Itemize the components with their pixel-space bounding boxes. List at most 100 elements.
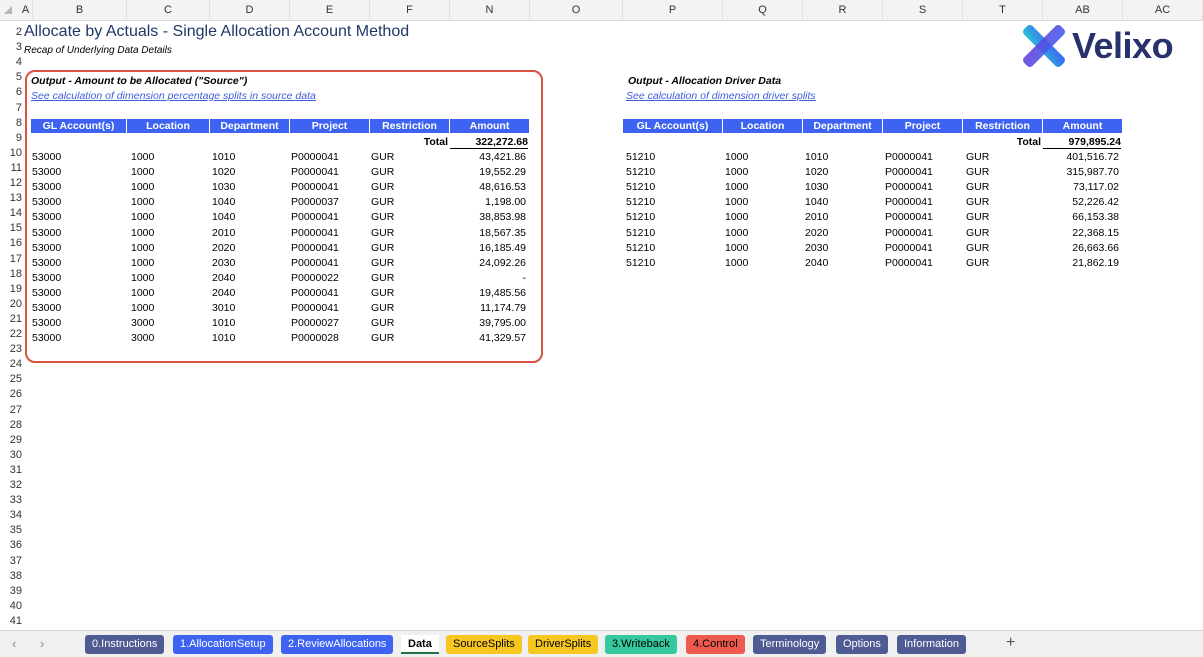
row-number[interactable]: 5 [0,71,22,83]
sheet-tab[interactable]: 0.Instructions [85,635,165,654]
row-number[interactable]: 14 [0,207,22,219]
driver-cell[interactable]: GUR [966,211,989,223]
column-header[interactable]: N [450,0,530,21]
row-number[interactable]: 16 [0,237,22,249]
driver-cell[interactable]: P0000041 [885,166,933,178]
select-all-corner[interactable] [4,6,12,14]
column-header[interactable]: O [530,0,623,21]
prev-sheet-arrow-icon[interactable]: ‹ [12,636,16,651]
driver-cell[interactable]: 51210 [626,151,655,163]
driver-cell[interactable]: 51210 [626,257,655,269]
column-header[interactable]: Q [723,0,803,21]
driver-cell[interactable]: P0000041 [885,227,933,239]
driver-cell[interactable]: 1000 [725,166,748,178]
driver-cell[interactable]: P0000041 [885,151,933,163]
row-number[interactable]: 41 [0,615,22,627]
row-number[interactable]: 3 [0,41,22,53]
driver-cell[interactable]: 2040 [805,257,828,269]
driver-cell[interactable]: GUR [966,196,989,208]
sheet-tab[interactable]: 3.Writeback [605,635,677,654]
row-number[interactable]: 2 [0,26,22,38]
row-number[interactable]: 30 [0,449,22,461]
driver-cell[interactable]: 21,862.19 [1043,257,1119,269]
row-number[interactable]: 37 [0,555,22,567]
column-header[interactable]: AB [1043,0,1123,21]
driver-cell[interactable]: P0000041 [885,196,933,208]
driver-cell[interactable]: 51210 [626,227,655,239]
row-number[interactable]: 8 [0,117,22,129]
driver-cell[interactable]: 1040 [805,196,828,208]
column-header[interactable]: R [803,0,883,21]
driver-cell[interactable]: 2020 [805,227,828,239]
sheet-tab[interactable]: Terminology [753,635,827,654]
row-number[interactable]: 15 [0,222,22,234]
row-number[interactable]: 35 [0,524,22,536]
driver-cell[interactable]: 73,117.02 [1043,181,1119,193]
driver-cell[interactable]: GUR [966,242,989,254]
row-number[interactable]: 21 [0,313,22,325]
driver-cell[interactable]: P0000041 [885,211,933,223]
driver-cell[interactable]: 51210 [626,196,655,208]
row-number[interactable]: 10 [0,147,22,159]
driver-cell[interactable]: 1000 [725,257,748,269]
driver-cell[interactable]: 51210 [626,211,655,223]
column-header[interactable]: S [883,0,963,21]
driver-cell[interactable]: 1000 [725,181,748,193]
driver-cell[interactable]: 1020 [805,166,828,178]
driver-cell[interactable]: 66,153.38 [1043,211,1119,223]
row-number[interactable]: 13 [0,192,22,204]
column-header[interactable]: T [963,0,1043,21]
sheet-tab[interactable]: SourceSplits [446,635,522,654]
row-number[interactable]: 27 [0,404,22,416]
driver-cell[interactable]: P0000041 [885,181,933,193]
sheet-tab[interactable]: Options [836,635,888,654]
driver-cell[interactable]: P0000041 [885,242,933,254]
row-number[interactable]: 4 [0,56,22,68]
sheet-tab[interactable]: 4.Control [686,635,745,654]
row-number[interactable]: 28 [0,419,22,431]
driver-cell[interactable]: 1000 [725,211,748,223]
column-header[interactable]: E [290,0,370,21]
sheet-tab[interactable]: Information [897,635,967,654]
driver-cell[interactable]: 401,516.72 [1043,151,1119,163]
row-number[interactable]: 22 [0,328,22,340]
driver-cell[interactable]: 1010 [805,151,828,163]
driver-cell[interactable]: GUR [966,181,989,193]
row-number[interactable]: 36 [0,539,22,551]
sheet-tab[interactable]: DriverSplits [528,635,599,654]
row-number[interactable]: 20 [0,298,22,310]
row-number[interactable]: 38 [0,570,22,582]
sheet-tab[interactable]: 2.ReviewAllocations [281,635,394,654]
column-header[interactable]: F [370,0,450,21]
driver-cell[interactable]: 26,663.66 [1043,242,1119,254]
driver-cell[interactable]: 1000 [725,227,748,239]
row-number[interactable]: 9 [0,132,22,144]
row-number[interactable]: 6 [0,86,22,98]
driver-cell[interactable]: 2030 [805,242,828,254]
row-number[interactable]: 17 [0,253,22,265]
column-header[interactable]: D [210,0,290,21]
add-sheet-button[interactable]: + [1006,634,1015,652]
row-number[interactable]: 7 [0,102,22,114]
column-header[interactable]: B [33,0,127,21]
column-header[interactable]: AC [1123,0,1203,21]
driver-cell[interactable]: 1030 [805,181,828,193]
row-number[interactable]: 29 [0,434,22,446]
sheet-tab[interactable]: Data [401,635,439,654]
row-number[interactable]: 31 [0,464,22,476]
row-number[interactable]: 25 [0,373,22,385]
row-number[interactable]: 24 [0,358,22,370]
row-number[interactable]: 19 [0,283,22,295]
driver-cell[interactable]: 1000 [725,151,748,163]
row-number[interactable]: 33 [0,494,22,506]
driver-cell[interactable]: 22,368.15 [1043,227,1119,239]
column-header[interactable]: P [623,0,723,21]
row-number[interactable]: 23 [0,343,22,355]
row-number[interactable]: 18 [0,268,22,280]
driver-cell[interactable]: P0000041 [885,257,933,269]
driver-cell[interactable]: 51210 [626,181,655,193]
driver-cell[interactable]: 1000 [725,242,748,254]
driver-cell[interactable]: GUR [966,257,989,269]
column-header[interactable]: C [127,0,210,21]
row-number[interactable]: 39 [0,585,22,597]
